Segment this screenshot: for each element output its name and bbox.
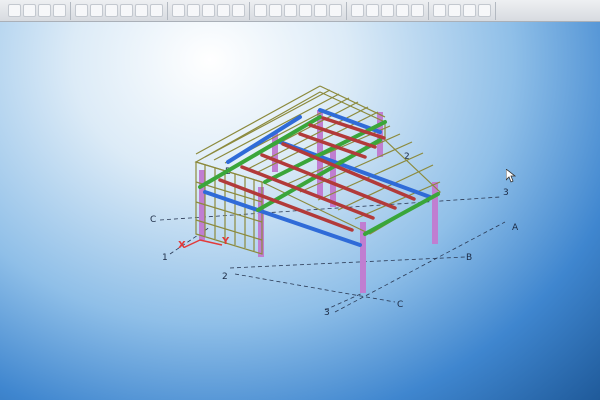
view-3d-icon[interactable] xyxy=(351,4,364,17)
undo-icon[interactable] xyxy=(75,4,88,17)
x-axis-line xyxy=(184,239,201,248)
grid-line-2 xyxy=(234,273,396,303)
palette-icon[interactable] xyxy=(448,4,461,17)
grid-label-c-left: C xyxy=(150,215,156,225)
pan-icon[interactable] xyxy=(217,4,230,17)
model-viewport[interactable]: C B B C A 1 2 3 2 3 xyxy=(0,22,600,400)
open-folder-icon[interactable] xyxy=(23,4,36,17)
copy-icon[interactable] xyxy=(120,4,133,17)
grid-label-3-front: 3 xyxy=(324,308,330,318)
grid-label-b-right: B xyxy=(466,253,472,263)
toolbar-group xyxy=(429,1,496,20)
filter-icon[interactable] xyxy=(411,4,424,17)
beam-icon[interactable] xyxy=(284,4,297,17)
wall-icon[interactable] xyxy=(329,4,342,17)
x-axis-label: X xyxy=(178,240,186,251)
render-icon[interactable] xyxy=(366,4,379,17)
help-icon[interactable] xyxy=(478,4,491,17)
settings-icon[interactable] xyxy=(381,4,394,17)
toolbar-group xyxy=(347,1,429,20)
grid-label-c-right: C xyxy=(397,300,403,310)
new-file-icon[interactable] xyxy=(8,4,21,17)
print-icon[interactable] xyxy=(53,4,66,17)
column-icon[interactable] xyxy=(299,4,312,17)
zoom-icon[interactable] xyxy=(202,4,215,17)
select-icon[interactable] xyxy=(254,4,267,17)
toolbar-group xyxy=(250,1,347,20)
toolbar-group xyxy=(168,1,250,20)
toolbar-group xyxy=(4,1,71,20)
redo-icon[interactable] xyxy=(90,4,103,17)
structural-model-3d-view[interactable]: C B B C A 1 2 3 2 3 xyxy=(0,22,600,400)
measure-icon[interactable] xyxy=(187,4,200,17)
grid-label-a-right: A xyxy=(512,223,519,233)
move-icon[interactable] xyxy=(269,4,282,17)
cut-icon[interactable] xyxy=(105,4,118,17)
main-toolbar xyxy=(0,0,600,22)
grid-line-b xyxy=(229,256,466,269)
grid-lines xyxy=(159,196,506,313)
grid-label-3-right: 3 xyxy=(503,188,509,198)
paste-icon[interactable] xyxy=(135,4,148,17)
lock-icon[interactable] xyxy=(433,4,446,17)
grid-line-3 xyxy=(324,291,366,311)
rotate-icon[interactable] xyxy=(232,4,245,17)
save-icon[interactable] xyxy=(38,4,51,17)
properties-icon[interactable] xyxy=(463,4,476,17)
mouse-cursor-icon xyxy=(506,169,516,183)
snap-icon[interactable] xyxy=(150,4,163,17)
grid-label-1: 1 xyxy=(162,253,168,263)
y-axis-label: Y xyxy=(221,236,230,247)
slab-icon[interactable] xyxy=(314,4,327,17)
grid-icon[interactable] xyxy=(172,4,185,17)
toolbar-group xyxy=(71,1,168,20)
grid-label-2-left: 2 xyxy=(222,272,228,282)
layers-icon[interactable] xyxy=(396,4,409,17)
